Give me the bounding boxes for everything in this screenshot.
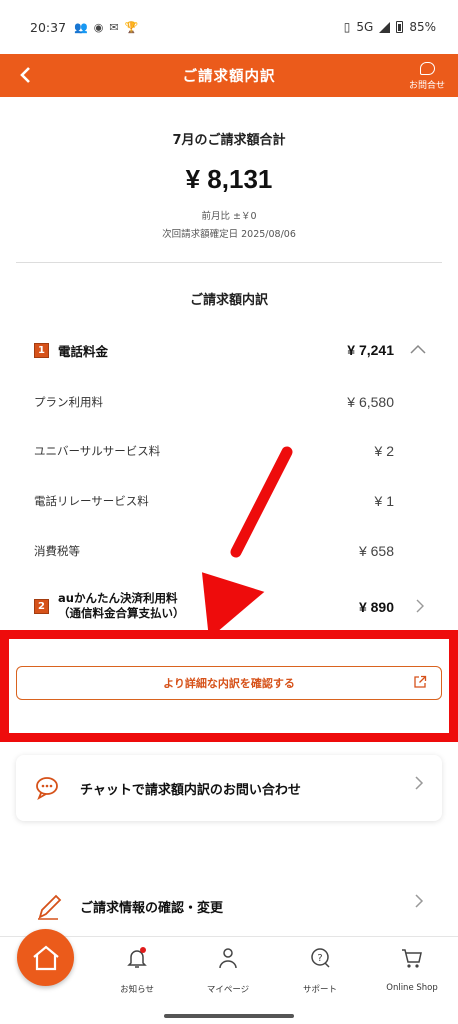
sub-item-label: ユニバーサルサービス料	[34, 444, 161, 458]
contact-label: お問合せ	[408, 80, 445, 91]
sub-item-amount: ¥ 2	[374, 443, 394, 459]
phone-charge-row[interactable]: 1 電話料金 ¥ 7,241	[16, 335, 442, 365]
nav-label: Online Shop	[386, 983, 438, 993]
au-payment-label: auかんたん決済利用料 （通信料金合算支払い）	[58, 591, 185, 621]
battery-icon	[396, 21, 404, 33]
mail-icon: ✉	[109, 20, 119, 34]
sub-item-row: プラン利用料 ¥ 6,580	[16, 389, 442, 415]
sub-item-label: プラン利用料	[34, 395, 103, 409]
chevron-right-icon	[414, 775, 424, 796]
sub-item-label: 消費税等	[34, 544, 80, 558]
nav-label: お知らせ	[120, 985, 154, 995]
network-label: 5G	[356, 20, 374, 34]
vibrate-icon: ▯	[343, 20, 351, 34]
sub-item-row: 消費税等 ¥ 658	[16, 538, 442, 564]
page-title: ご請求額内訳	[182, 69, 276, 85]
item-number-badge: 2	[34, 599, 49, 614]
cart-icon	[402, 949, 422, 968]
chat-icon	[36, 777, 58, 801]
prev-month-diff: 前月比 ±￥0	[201, 211, 257, 222]
pencil-icon	[38, 894, 62, 920]
nav-online-shop[interactable]: Online Shop	[372, 946, 452, 996]
phone-charge-amount: ¥ 7,241	[347, 342, 394, 358]
nav-support[interactable]: ? サポート	[280, 946, 360, 996]
breakdown-title: ご請求額内訳	[189, 293, 268, 308]
trophy-icon: 🏆	[124, 20, 139, 34]
nav-label: マイページ	[206, 985, 250, 995]
sub-item-amount: ¥ 6,580	[347, 394, 394, 410]
chat-bubble-icon	[419, 61, 435, 75]
billing-info-label: ご請求情報の確認・変更	[80, 901, 224, 916]
chat-card-label: チャットで請求額内訳のお問い合わせ	[80, 783, 301, 798]
svg-text:?: ?	[317, 953, 322, 964]
au-payment-label-line1: auかんたん決済利用料	[58, 591, 178, 605]
au-payment-label-line2: （通信料金合算支払い）	[58, 606, 185, 620]
status-time: 20:37	[30, 19, 67, 35]
next-confirm-date: 次回請求額確定日 2025/08/06	[162, 229, 296, 240]
status-bar: 20:37 👥 ◉ ✉ 🏆 ▯ 5G 85%	[0, 0, 458, 54]
battery-percent: 85%	[409, 20, 436, 34]
divider	[16, 262, 442, 263]
chevron-right-icon	[415, 598, 424, 617]
notification-icons: 👥 ◉ ✉ 🏆	[74, 21, 138, 34]
chat-inquiry-card[interactable]: チャットで請求額内訳のお問い合わせ	[16, 755, 442, 821]
back-button[interactable]	[14, 62, 36, 88]
chevron-right-icon	[414, 893, 424, 914]
nav-mypage[interactable]: マイページ	[188, 946, 268, 996]
detail-button-label: より詳細な内訳を確認する	[163, 677, 295, 690]
bell-icon	[127, 947, 147, 968]
chevron-up-icon[interactable]	[410, 342, 426, 358]
person-icon	[219, 948, 237, 969]
nav-label: サポート	[302, 985, 337, 995]
app-header: ご請求額内訳 お問合せ	[0, 54, 458, 97]
item-number-badge: 1	[34, 342, 49, 358]
target-icon: ◉	[93, 20, 104, 34]
home-icon	[32, 945, 59, 970]
gesture-bar	[164, 1014, 294, 1018]
sub-item-amount: ¥ 658	[358, 543, 394, 559]
signal-icon	[379, 21, 391, 33]
people-icon: 👥	[74, 20, 88, 34]
sub-item-label: 電話リレーサービス料	[34, 494, 149, 508]
sub-item-amount: ¥ 1	[374, 493, 394, 509]
total-title: 7月のご請求額合計	[172, 133, 286, 148]
sub-item-row: ユニバーサルサービス料 ¥ 2	[16, 438, 442, 464]
nav-notifications[interactable]: お知らせ	[97, 946, 177, 996]
sub-item-row: 電話リレーサービス料 ¥ 1	[16, 488, 442, 514]
support-icon: ?	[311, 948, 330, 968]
detail-breakdown-button[interactable]: より詳細な内訳を確認する	[16, 666, 442, 700]
external-link-icon	[414, 675, 427, 688]
home-button[interactable]	[17, 929, 74, 986]
total-amount: ¥ 8,131	[185, 164, 273, 194]
billing-info-row[interactable]: ご請求情報の確認・変更	[16, 885, 442, 929]
status-right: ▯ 5G 85%	[344, 20, 436, 34]
contact-button[interactable]: お問合せ	[406, 58, 448, 94]
chevron-left-icon	[20, 67, 30, 83]
phone-charge-label: 電話料金	[58, 343, 109, 359]
au-payment-row[interactable]: 2 auかんたん決済利用料 （通信料金合算支払い） ¥ 890	[16, 591, 442, 627]
au-payment-amount: ¥ 890	[358, 599, 394, 615]
